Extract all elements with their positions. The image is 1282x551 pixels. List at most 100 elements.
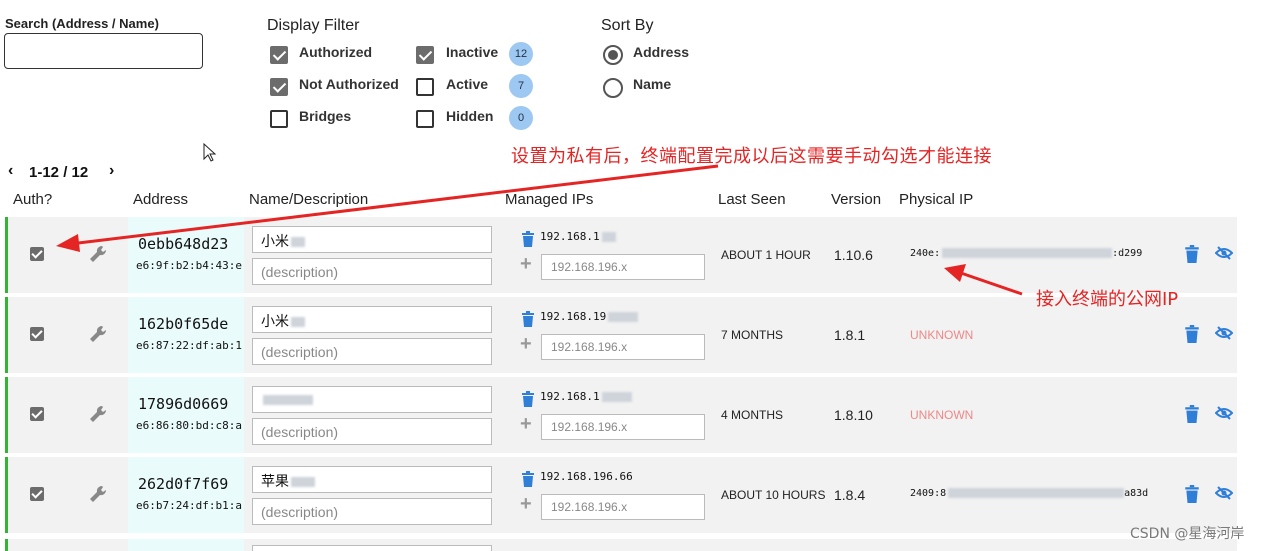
- filter-active-checkbox[interactable]: [416, 78, 434, 96]
- filter-bridges-checkbox[interactable]: [270, 110, 288, 128]
- description-input[interactable]: (description): [252, 258, 492, 285]
- name-input[interactable]: [252, 545, 492, 551]
- add-ip-icon[interactable]: +: [520, 333, 532, 356]
- hide-member-icon[interactable]: [1215, 326, 1233, 340]
- filter-hidden-checkbox[interactable]: [416, 110, 434, 128]
- address-cell: 262d0f7f69 e6:b7:24:df:b1:a: [128, 457, 244, 533]
- active-count-badge: 7: [509, 74, 533, 98]
- delete-member-icon[interactable]: [1184, 485, 1200, 503]
- filter-not-authorized-checkbox[interactable]: [270, 78, 288, 96]
- last-seen: 7 MONTHS: [721, 328, 784, 342]
- search-label: Search (Address / Name): [5, 16, 159, 31]
- hidden-count-badge: 0: [509, 106, 533, 130]
- last-seen: ABOUT 1 HOUR: [721, 248, 811, 262]
- pager-next-button[interactable]: ›: [109, 162, 114, 180]
- node-id[interactable]: 0ebb648d23: [138, 235, 228, 253]
- delete-ip-icon[interactable]: [521, 471, 535, 487]
- version: 1.10.6: [834, 247, 873, 263]
- filter-authorized-checkbox[interactable]: [270, 46, 288, 64]
- redacted-text: [608, 312, 639, 322]
- redacted-text: [291, 237, 305, 248]
- hide-member-icon[interactable]: [1215, 406, 1233, 420]
- delete-member-icon[interactable]: [1184, 325, 1200, 343]
- address-cell: 162b0f65de e6:87:22:df:ab:1: [128, 297, 244, 373]
- managed-ip-text: 192.168.196.66: [540, 470, 633, 483]
- managed-ip-text: 192.168.19: [540, 310, 639, 323]
- delete-member-icon[interactable]: [1184, 405, 1200, 423]
- column-physical-ip[interactable]: Physical IP: [899, 191, 973, 208]
- filter-bridges-label: Bridges: [299, 108, 352, 124]
- redacted-text: [291, 477, 315, 488]
- watermark: CSDN @星海河岸: [1130, 526, 1245, 542]
- add-ip-icon[interactable]: +: [520, 493, 532, 516]
- hide-member-icon[interactable]: [1215, 486, 1233, 500]
- physical-ip: 2409:8 a83d: [910, 488, 1149, 499]
- mac-address: e6:9f:b2:b4:43:e: [136, 259, 242, 272]
- pager-prev-button[interactable]: ‹: [8, 162, 13, 180]
- column-address[interactable]: Address: [133, 191, 188, 208]
- node-id[interactable]: 17896d0669: [138, 395, 228, 413]
- hide-member-icon[interactable]: [1215, 246, 1233, 260]
- table-row-partial: [5, 539, 1237, 551]
- version: 1.8.4: [834, 487, 866, 503]
- mac-address: e6:87:22:df:ab:1: [136, 339, 242, 352]
- wrench-icon[interactable]: [88, 404, 108, 424]
- node-id[interactable]: 162b0f65de: [138, 315, 228, 333]
- column-managed-ips[interactable]: Managed IPs: [505, 191, 593, 208]
- description-input[interactable]: (description): [252, 498, 492, 525]
- column-version[interactable]: Version: [831, 191, 881, 208]
- column-name-description[interactable]: Name/Description: [249, 191, 368, 208]
- sort-by-title: Sort By: [601, 17, 654, 34]
- delete-ip-icon[interactable]: [521, 231, 535, 247]
- search-input[interactable]: [4, 33, 203, 69]
- new-ip-input[interactable]: 192.168.196.x: [541, 414, 705, 440]
- sort-address-radio[interactable]: [603, 45, 623, 65]
- mac-address: e6:86:80:bd:c8:a: [136, 419, 242, 432]
- auth-checkbox[interactable]: [30, 487, 44, 501]
- column-auth[interactable]: Auth?: [13, 191, 52, 208]
- delete-ip-icon[interactable]: [521, 311, 535, 327]
- sort-name-radio[interactable]: [603, 78, 623, 98]
- mouse-cursor-icon: [203, 143, 217, 162]
- table-row: 262d0f7f69 e6:b7:24:df:b1:a 苹果 (descript…: [5, 457, 1237, 533]
- last-seen: 4 MONTHS: [721, 408, 784, 422]
- redacted-text: [291, 317, 305, 328]
- delete-member-icon[interactable]: [1184, 245, 1200, 263]
- filter-inactive-checkbox[interactable]: [416, 46, 434, 64]
- sort-name-label: Name: [633, 76, 672, 92]
- annotation-private-network: 设置为私有后，终端配置完成以后这需要手动勾选才能连接: [511, 146, 992, 167]
- new-ip-input[interactable]: 192.168.196.x: [541, 494, 705, 520]
- redacted-text: [263, 395, 313, 406]
- delete-ip-icon[interactable]: [521, 391, 535, 407]
- filter-authorized-label: Authorized: [299, 44, 373, 60]
- new-ip-input[interactable]: 192.168.196.x: [541, 334, 705, 360]
- name-input[interactable]: 苹果: [252, 466, 492, 493]
- wrench-icon[interactable]: [88, 484, 108, 504]
- node-id[interactable]: 262d0f7f69: [138, 475, 228, 493]
- name-value: 小米: [261, 313, 289, 329]
- name-input[interactable]: [252, 386, 492, 413]
- add-ip-icon[interactable]: +: [520, 413, 532, 436]
- description-input[interactable]: (description): [252, 338, 492, 365]
- auth-checkbox[interactable]: [30, 327, 44, 341]
- version: 1.8.10: [834, 407, 873, 423]
- column-last-seen[interactable]: Last Seen: [718, 191, 786, 208]
- auth-checkbox[interactable]: [30, 247, 44, 261]
- physical-ip: UNKNOWN: [910, 328, 974, 342]
- last-seen: ABOUT 10 HOURS: [721, 488, 826, 502]
- redacted-text: [601, 232, 616, 242]
- auth-checkbox[interactable]: [30, 407, 44, 421]
- wrench-icon[interactable]: [88, 324, 108, 344]
- name-value: 苹果: [261, 473, 289, 489]
- name-input[interactable]: 小米: [252, 226, 492, 253]
- physical-ip: 240e::d299: [910, 248, 1143, 259]
- wrench-icon[interactable]: [88, 244, 108, 264]
- add-ip-icon[interactable]: +: [520, 253, 532, 276]
- description-input[interactable]: (description): [252, 418, 492, 445]
- filter-inactive-label: Inactive: [446, 44, 499, 60]
- new-ip-input[interactable]: 192.168.196.x: [541, 254, 705, 280]
- sort-address-label: Address: [633, 44, 690, 60]
- name-value: 小米: [261, 233, 289, 249]
- table-row: 0ebb648d23 e6:9f:b2:b4:43:e 小米 (descript…: [5, 217, 1237, 293]
- name-input[interactable]: 小米: [252, 306, 492, 333]
